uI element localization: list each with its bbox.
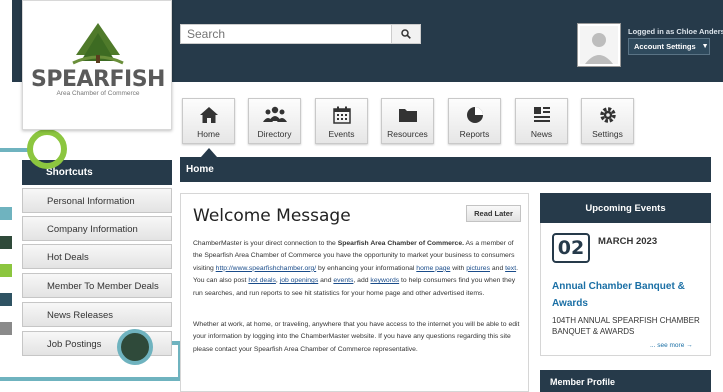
event-description: 104TH ANNUAL SPEARFISH CHAMBER BANQUET &… [552,316,700,336]
nav-events-label: Events [328,129,355,139]
sidebar-item-label: Hot Deals [47,252,89,263]
nav-events-button[interactable]: Events [315,98,368,144]
text-segment: and [490,264,506,272]
job-openings-link[interactable]: job openings [280,277,319,284]
logged-in-text: Logged in as Chloe Anderson [628,27,723,36]
decorative-dot-icon [117,329,153,365]
read-later-button[interactable]: Read Later [466,205,521,222]
folder-icon [398,106,418,124]
welcome-paragraph-1: ChamberMaster is your direct connection … [193,238,523,300]
text-segment: ChamberMaster is your direct connection … [193,240,338,247]
decorative-ring-icon [27,129,67,169]
see-more-link[interactable]: ... see more → [650,342,693,349]
event-date-day: 02 [552,233,590,263]
decorative-line [0,377,180,381]
tree-logo-icon [72,23,124,65]
text-segment: , add [353,277,371,285]
sidebar-item-label: Company Information [47,224,138,235]
nav-directory-button[interactable]: Directory [248,98,301,144]
sidebar-item-label: Personal Information [47,196,135,207]
events-link[interactable]: events [333,277,353,284]
decorative-line [0,148,28,152]
chevron-down-icon: ▼ [701,43,709,50]
keywords-link[interactable]: keywords [370,277,399,284]
sidebar-item-label: Member To Member Deals [47,281,159,292]
sidebar-item-company-information[interactable]: Company Information [22,216,172,241]
nav-reports-button[interactable]: Reports [448,98,501,144]
logo-name: SPEARFISH [31,67,165,92]
sidebar-item-personal-information[interactable]: Personal Information [22,188,172,213]
nav-home-button[interactable]: Home [182,98,235,144]
search-icon [401,29,411,39]
active-nav-indicator [201,148,217,157]
account-settings-button[interactable]: Account Settings ▼ [628,38,710,55]
member-profile-title: Member Profile [540,370,711,392]
decorative-bar [0,293,12,306]
calendar-icon [332,106,351,124]
nav-resources-button[interactable]: Resources [381,98,434,144]
gear-icon [599,106,617,124]
nav-settings-button[interactable]: Settings [581,98,634,144]
pictures-link[interactable]: pictures [466,265,490,272]
search-button[interactable] [391,24,421,44]
sidebar-item-hot-deals[interactable]: Hot Deals [22,244,172,269]
nav-reports-label: Reports [459,129,490,139]
decorative-bar [0,207,12,220]
event-title-link[interactable]: Annual Chamber Banquet & Awards [552,278,707,312]
event-date-month: MARCH 2023 [598,236,658,247]
nav-home-label: Home [197,129,220,139]
hot-deals-link[interactable]: hot deals [248,277,276,284]
text-link[interactable]: text [505,265,516,272]
sidebar-item-news-releases[interactable]: News Releases [22,302,172,327]
text-segment: and [318,277,334,285]
logo-subtitle: Area Chamber of Commerce [56,90,140,97]
page-title: Home [180,157,711,182]
pie-chart-icon [466,106,484,124]
avatar[interactable] [578,24,620,66]
news-icon [533,106,551,124]
nav-directory-label: Directory [257,129,292,139]
home-page-link[interactable]: home page [416,265,450,272]
nav-news-label: News [530,129,553,139]
chamber-name-bold: Spearfish Area Chamber of Commerce. [337,240,464,247]
chamber-website-link[interactable]: http://www.spearfishchamber.org/ [216,265,317,272]
chamber-logo[interactable]: SPEARFISH Area Chamber of Commerce [22,0,172,130]
decorative-bar [0,236,12,249]
decorative-bar [0,264,12,277]
nav-settings-label: Settings [592,129,623,139]
user-silhouette-icon [580,26,618,64]
text-segment: with [450,264,467,272]
decorative-bar [0,322,12,335]
sidebar-item-member-to-member-deals[interactable]: Member To Member Deals [22,273,172,298]
nav-news-button[interactable]: News [515,98,568,144]
people-icon [262,106,287,124]
welcome-title: Welcome Message [193,206,351,226]
account-settings-label: Account Settings [634,42,696,51]
home-icon [199,106,219,124]
sidebar-item-label: Job Postings [47,339,102,350]
search-input[interactable] [180,24,392,44]
sidebar-item-label: News Releases [47,310,113,321]
text-segment: by enhancing your informational [316,264,417,272]
nav-resources-label: Resources [387,129,428,139]
upcoming-events-title: Upcoming Events [540,193,711,223]
welcome-paragraph-2: Whether at work, at home, or traveling, … [193,321,520,353]
